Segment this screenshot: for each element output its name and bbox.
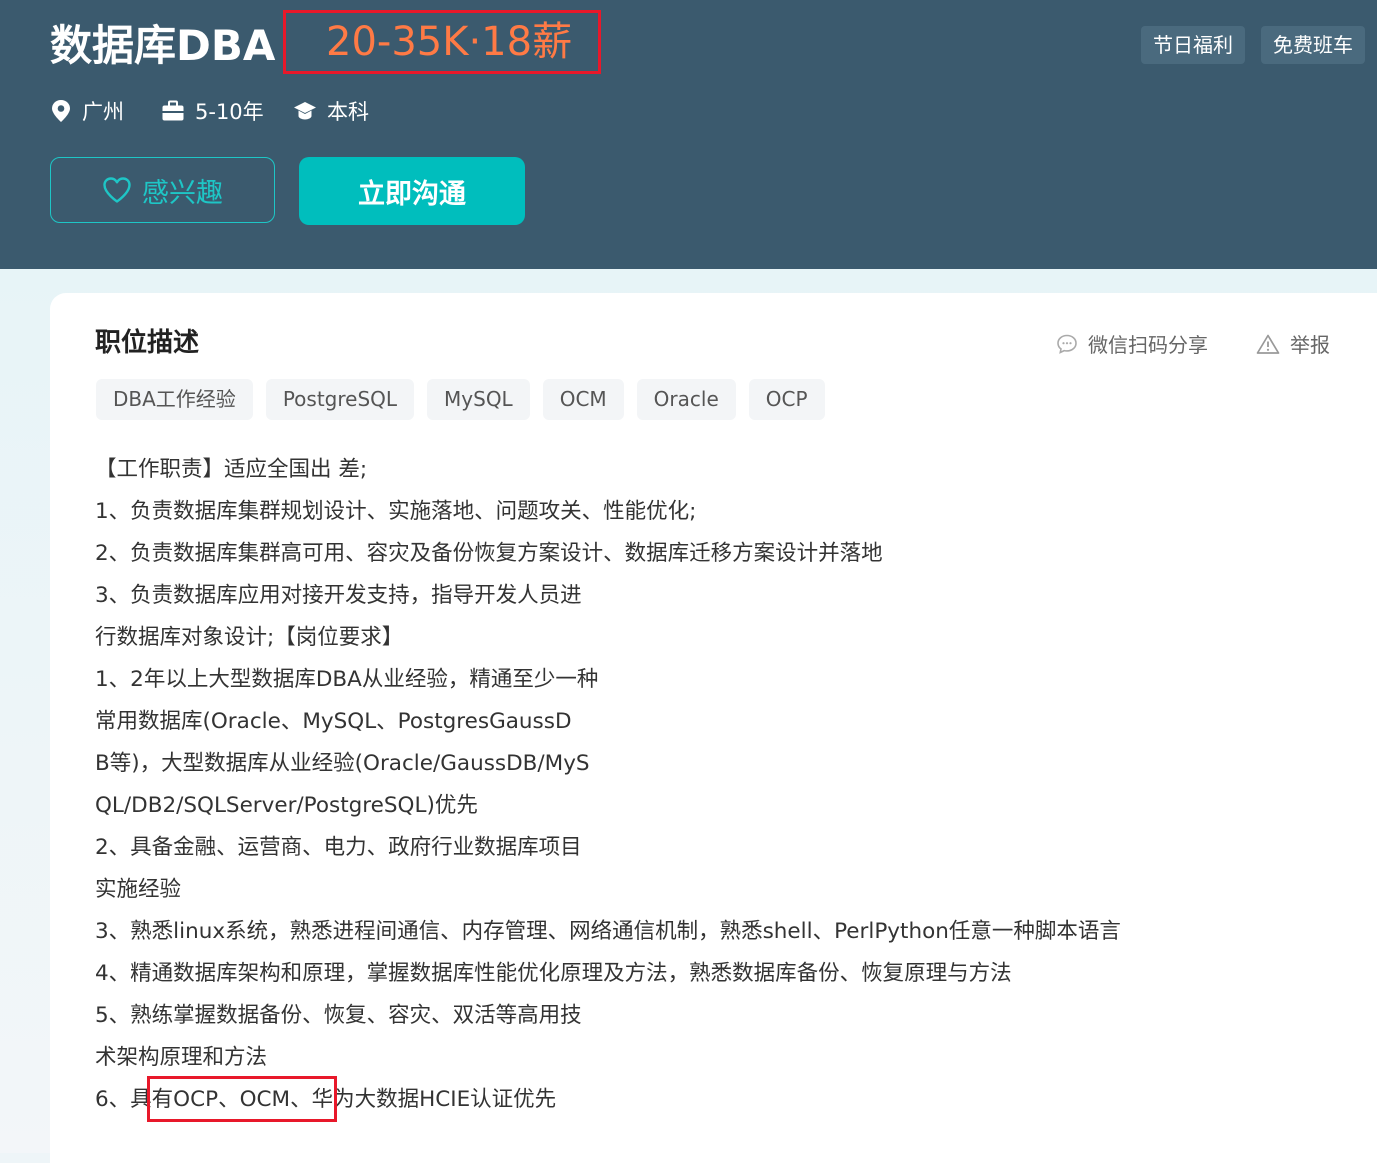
skill-tags: DBA工作经验 PostgreSQL MySQL OCM Oracle OCP <box>96 379 838 420</box>
description-line: 3、熟悉linux系统，熟悉进程间通信、内存管理、网络通信机制，熟悉shell、… <box>95 919 1121 944</box>
heart-icon <box>103 177 131 203</box>
skill-tag: PostgreSQL <box>265 379 415 420</box>
warning-triangle-icon <box>1256 334 1280 354</box>
location-pin-icon <box>52 100 70 122</box>
graduation-cap-icon <box>294 102 316 120</box>
description-line: 4、精通数据库架构和原理，掌握数据库性能优化原理及方法，熟悉数据库备份、恢复原理… <box>95 961 1012 986</box>
job-description-card: 职位描述 微信扫码分享 举报 DBA工作经验 PostgreSQL MySQL … <box>50 293 1377 1163</box>
welfare-tag: 节日福利 <box>1141 26 1245 64</box>
description-line: 3、负责数据库应用对接开发支持，指导开发人员进 <box>95 583 582 608</box>
job-degree: 本科 <box>293 94 369 128</box>
skill-tag: OCM <box>542 379 624 420</box>
description-line: 1、负责数据库集群规划设计、实施落地、问题攻关、性能优化; <box>95 499 697 524</box>
description-line: 2、具备金融、运营商、电力、政府行业数据库项目 <box>95 835 582 860</box>
interest-label: 感兴趣 <box>142 177 223 209</box>
welfare-tag: 免费班车 <box>1261 26 1365 64</box>
description-line: 术架构原理和方法 <box>95 1045 268 1070</box>
share-label: 微信扫码分享 <box>1088 333 1208 357</box>
chat-bubble-icon <box>1057 334 1077 354</box>
salary: 20-35K·18薪 <box>326 19 573 65</box>
interest-button[interactable]: 感兴趣 <box>50 157 275 223</box>
section-title: 职位描述 <box>95 328 200 358</box>
location-text: 广州 <box>82 100 124 124</box>
wechat-share-button[interactable]: 微信扫码分享 <box>1056 329 1208 358</box>
description-line: 2、负责数据库集群高可用、容灾及备份恢复方案设计、数据库迁移方案设计并落地 <box>95 541 883 566</box>
description-line: 常用数据库(Oracle、MySQL、PostgresGaussD <box>95 709 572 734</box>
job-title: 数据库DBA <box>50 21 276 70</box>
skill-tag: DBA工作经验 <box>96 379 253 420</box>
briefcase-icon <box>162 100 184 121</box>
skill-tag: MySQL <box>427 379 530 420</box>
description-line: B等)，大型数据库从业经验(Oracle/GaussDB/MyS <box>95 751 590 776</box>
description-line: 5、熟练掌握数据备份、恢复、容灾、双活等高用技 <box>95 1003 582 1028</box>
description-line: 实施经验 <box>95 877 182 902</box>
job-location: 广州 <box>50 94 124 128</box>
description-line: 6、具有OCP、OCM、华为大数据HCIE认证优先 <box>95 1087 557 1112</box>
chat-now-button[interactable]: 立即沟通 <box>299 157 525 225</box>
report-button[interactable]: 举报 <box>1256 329 1330 358</box>
description-line: 行数据库对象设计;【岗位要求】 <box>95 625 404 650</box>
report-label: 举报 <box>1290 333 1330 357</box>
description-line: 【工作职责】适应全国出 差; <box>95 457 368 482</box>
job-experience: 5-10年 <box>161 94 264 128</box>
skill-tag: OCP <box>748 379 825 420</box>
job-description-text: 【工作职责】适应全国出 差; 1、负责数据库集群规划设计、实施落地、问题攻关、性… <box>95 449 1121 1121</box>
skill-tag: Oracle <box>636 379 736 420</box>
description-line: 1、2年以上大型数据库DBA从业经验，精通至少一种 <box>95 667 599 692</box>
description-line: QL/DB2/SQLServer/PostgreSQL)优先 <box>95 793 478 818</box>
degree-text: 本科 <box>327 100 369 124</box>
experience-text: 5-10年 <box>195 100 264 124</box>
